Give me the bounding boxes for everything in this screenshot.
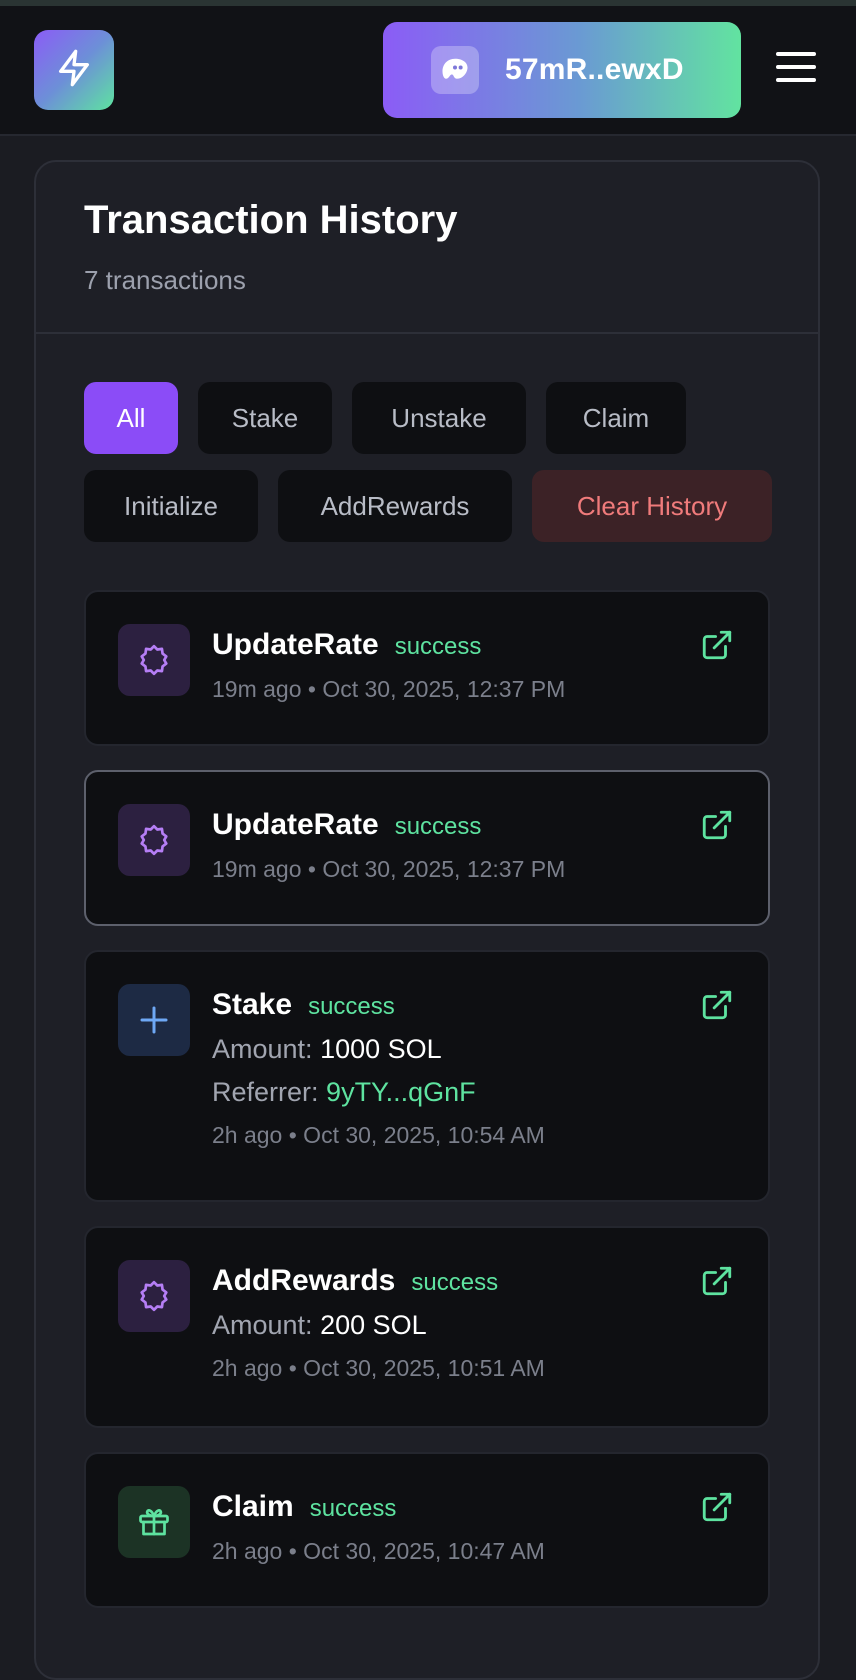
- filter-stake-button[interactable]: Stake: [198, 382, 332, 454]
- amount-label: Amount:: [212, 1034, 313, 1064]
- transaction-type: UpdateRate: [212, 808, 379, 841]
- transaction-type: AddRewards: [212, 1264, 396, 1297]
- settings-gear-icon: [118, 804, 190, 876]
- transaction-time: 2h ago • Oct 30, 2025, 10:54 AM: [212, 1122, 545, 1148]
- settings-gear-icon: [118, 1260, 190, 1332]
- hamburger-menu-icon[interactable]: [776, 52, 816, 88]
- filter-unstake-button[interactable]: Unstake: [352, 382, 526, 454]
- transaction-type: Claim: [212, 1490, 294, 1523]
- filter-addrewards-button[interactable]: AddRewards: [278, 470, 512, 542]
- ghost-wallet-icon: [431, 46, 479, 94]
- referrer-row: Referrer: 9yTY...qGnF: [212, 1077, 698, 1108]
- wallet-address: 57mR..ewxD: [505, 53, 684, 86]
- transaction-time: 19m ago • Oct 30, 2025, 12:37 PM: [212, 856, 566, 882]
- transaction-type: UpdateRate: [212, 628, 379, 661]
- app-logo[interactable]: [34, 30, 114, 110]
- clear-history-button[interactable]: Clear History: [532, 470, 772, 542]
- amount-value: 200 SOL: [320, 1310, 427, 1340]
- panel-header: Transaction History 7 transactions: [36, 162, 818, 334]
- status-badge: success: [308, 993, 395, 1020]
- referrer-address[interactable]: 9yTY...qGnF: [326, 1077, 476, 1107]
- transaction-item[interactable]: Stake success Amount: 1000 SOL Referrer:…: [84, 950, 770, 1202]
- filter-initialize-button[interactable]: Initialize: [84, 470, 258, 542]
- transaction-item[interactable]: Claim success 2h ago • Oct 30, 2025, 10:…: [84, 1452, 770, 1608]
- settings-gear-icon: [118, 624, 190, 696]
- referrer-label: Referrer:: [212, 1077, 319, 1107]
- external-link-icon[interactable]: [700, 808, 734, 842]
- transaction-time: 2h ago • Oct 30, 2025, 10:51 AM: [212, 1355, 545, 1381]
- external-link-icon[interactable]: [700, 1490, 734, 1524]
- amount-row: Amount: 200 SOL: [212, 1310, 698, 1341]
- amount-value: 1000 SOL: [320, 1034, 442, 1064]
- status-badge: success: [394, 633, 482, 660]
- filter-all-button[interactable]: All: [84, 382, 178, 454]
- gift-icon: [118, 1486, 190, 1558]
- app-header: 57mR..ewxD: [0, 6, 856, 136]
- transaction-item[interactable]: UpdateRate success 19m ago • Oct 30, 202…: [84, 590, 770, 746]
- wallet-button[interactable]: 57mR..ewxD: [383, 22, 741, 118]
- transaction-count: 7 transactions: [84, 265, 246, 295]
- amount-row: Amount: 1000 SOL: [212, 1034, 698, 1065]
- external-link-icon[interactable]: [700, 1264, 734, 1298]
- external-link-icon[interactable]: [700, 988, 734, 1022]
- transaction-item[interactable]: UpdateRate success 19m ago • Oct 30, 202…: [84, 770, 770, 926]
- status-badge: success: [411, 1269, 499, 1296]
- filter-claim-button[interactable]: Claim: [546, 382, 686, 454]
- transaction-time: 2h ago • Oct 30, 2025, 10:47 AM: [212, 1538, 545, 1564]
- status-badge: success: [394, 813, 482, 840]
- transaction-type: Stake: [212, 988, 293, 1021]
- plus-icon: [118, 984, 190, 1056]
- transaction-history-panel: Transaction History 7 transactions All S…: [34, 160, 820, 1680]
- status-badge: success: [309, 1495, 397, 1522]
- transaction-time: 19m ago • Oct 30, 2025, 12:37 PM: [212, 676, 566, 702]
- external-link-icon[interactable]: [700, 628, 734, 662]
- page-title: Transaction History: [84, 198, 458, 242]
- amount-label: Amount:: [212, 1310, 313, 1340]
- lightning-bolt-icon: [54, 48, 94, 93]
- transaction-item[interactable]: AddRewards success Amount: 200 SOL 2h ag…: [84, 1226, 770, 1428]
